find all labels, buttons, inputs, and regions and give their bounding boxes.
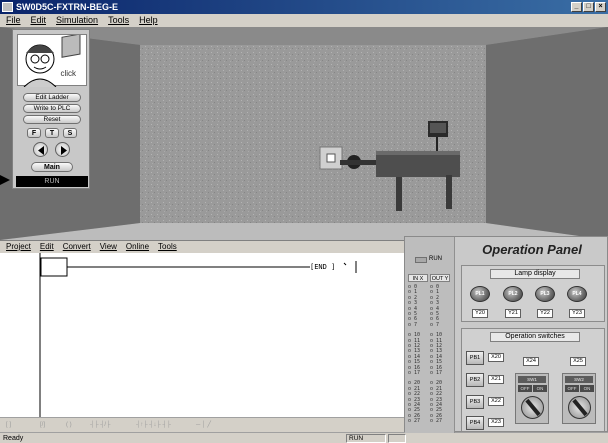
toolbar-line-icon[interactable]: ─ │ ╱ (196, 421, 211, 430)
io-monitor: RUN IN X OUT Y o 0o 0o 1o 1o 2o 2o 3o 3o… (405, 237, 455, 433)
lamp-address: Y22 (537, 309, 553, 318)
pb3-button[interactable]: PB3 (466, 395, 484, 409)
toolbar-parallel-icon[interactable]: ┤├ ┤/├ (90, 421, 110, 430)
status-bar: Ready RUN (0, 432, 608, 443)
output-header: OUT Y (430, 274, 450, 282)
app-icon (2, 2, 13, 12)
sw1-on-label: ON (533, 385, 547, 392)
avatar[interactable]: click (17, 33, 87, 88)
input-point: o 27 (408, 418, 421, 425)
status-mode: RUN (346, 434, 386, 443)
arrow-left-icon (38, 146, 44, 155)
pb4-button[interactable]: PB4 (466, 416, 484, 430)
next-button[interactable] (55, 142, 70, 157)
output-point: o 17 (430, 370, 443, 376)
arrow-right-icon (61, 146, 67, 155)
sw1-label: SW1 (518, 376, 546, 383)
lamp-display-section: Lamp display PL1 PL2 PL3 PL4 Y20 Y21 Y22… (461, 265, 605, 322)
toolbar-coil-icon[interactable]: ( ) (66, 421, 72, 430)
close-icon[interactable]: × (595, 2, 606, 12)
write-to-plc-button[interactable]: Write to PLC (23, 104, 81, 113)
editor-menu-convert[interactable]: Convert (63, 241, 91, 253)
lamp-display-header: Lamp display (490, 269, 580, 279)
editor-menu-online[interactable]: Online (126, 241, 149, 253)
sw2-knob-icon[interactable] (568, 396, 591, 419)
input-point: o 7 (408, 321, 418, 328)
menu-help[interactable]: Help (139, 14, 158, 27)
sw1-off-label: OFF (518, 385, 532, 392)
lamp-pl2: PL2 (503, 286, 523, 302)
lamp-address: Y23 (569, 309, 585, 318)
run-status: RUN (16, 176, 88, 187)
menu-simulation[interactable]: Simulation (56, 14, 98, 27)
toolbar-contact-icon[interactable]: [ ] (6, 421, 11, 430)
speed-t-button[interactable]: T (45, 128, 59, 138)
sw1-knob-icon[interactable] (521, 396, 544, 419)
title-bar: SW0D5C-FXTRN-BEG-E _ □ × (0, 0, 608, 14)
lamp-address: Y20 (472, 309, 488, 318)
pb2-button[interactable]: PB2 (466, 373, 484, 387)
output-point: o 7 (430, 321, 440, 328)
pb-address: X22 (488, 397, 504, 406)
ladder-canvas[interactable]: [END ] (0, 253, 404, 417)
operation-panel: RUN IN X OUT Y o 0o 0o 1o 1o 2o 2o 3o 3o… (404, 236, 608, 433)
control-panel: click Edit Ladder Write to PLC Reset F T… (12, 29, 90, 189)
editor-menu-view[interactable]: View (100, 241, 117, 253)
sw2-on-label: ON (580, 385, 594, 392)
run-label: RUN (429, 256, 442, 262)
pb-address: X23 (488, 418, 504, 427)
sw2-selector[interactable]: SW2 OFF ON (562, 373, 596, 424)
ladder-editor: Project Edit Convert View Online Tools [… (0, 240, 404, 443)
end-instruction: [END ] (310, 263, 336, 271)
click-label: click (60, 69, 76, 78)
input-header: IN X (408, 274, 428, 282)
run-lamp (415, 257, 427, 263)
pb-address: X21 (488, 375, 504, 384)
menu-edit[interactable]: Edit (31, 14, 47, 27)
toolbar-nc-contact-icon[interactable]: [/] (40, 421, 45, 430)
lamp-address: Y21 (505, 309, 521, 318)
editor-toolbar: [ ] [/] ( ) ┤├ ┤/├ ┤↑├ ┤↓├ ┤├ ─ │ ╱ (0, 417, 404, 432)
input-point: o 17 (408, 370, 421, 376)
toolbar-function-icon[interactable]: ┤↑├ ┤↓├ ┤├ (136, 421, 171, 430)
main-button[interactable]: Main (31, 162, 73, 172)
lamp-pl4: PL4 (567, 286, 587, 302)
sw1-selector[interactable]: SW1 OFF ON (515, 373, 549, 424)
sw2-label: SW2 (565, 376, 593, 383)
edit-ladder-button[interactable]: Edit Ladder (23, 93, 81, 102)
sw2-address: X25 (570, 357, 586, 366)
pb1-button[interactable]: PB1 (466, 351, 484, 365)
pb-address: X20 (488, 353, 504, 362)
sw1-address: X24 (523, 357, 539, 366)
window-title: SW0D5C-FXTRN-BEG-E (16, 2, 119, 12)
operation-switches-header: Operation switches (490, 332, 580, 342)
pointer-arrow-icon (0, 175, 10, 185)
output-point: o 27 (430, 418, 443, 425)
instructor-icon (23, 33, 81, 88)
minimize-icon[interactable]: _ (571, 2, 582, 12)
status-cell (388, 434, 406, 443)
editor-menu-edit[interactable]: Edit (40, 241, 54, 253)
speed-f-button[interactable]: F (27, 128, 41, 138)
panel-title: Operation Panel (482, 242, 582, 257)
lamp-pl3: PL3 (535, 286, 555, 302)
reset-button[interactable]: Reset (23, 115, 81, 124)
editor-menu-project[interactable]: Project (6, 241, 31, 253)
editor-menu: Project Edit Convert View Online Tools (0, 241, 404, 253)
menu-tools[interactable]: Tools (108, 14, 129, 27)
operation-switches-section: Operation switches PB1 PB2 PB3 PB4 X20 X… (461, 328, 605, 432)
lamp-pl1: PL1 (470, 286, 490, 302)
main-menu: File Edit Simulation Tools Help (0, 14, 608, 27)
simulation-view[interactable] (0, 27, 608, 240)
menu-file[interactable]: File (6, 14, 21, 27)
previous-button[interactable] (33, 142, 48, 157)
maximize-icon[interactable]: □ (583, 2, 594, 12)
sw2-off-label: OFF (565, 385, 579, 392)
window-controls: _ □ × (571, 2, 606, 12)
editor-menu-tools[interactable]: Tools (158, 241, 177, 253)
speed-s-button[interactable]: S (63, 128, 77, 138)
status-text: Ready (3, 435, 24, 442)
